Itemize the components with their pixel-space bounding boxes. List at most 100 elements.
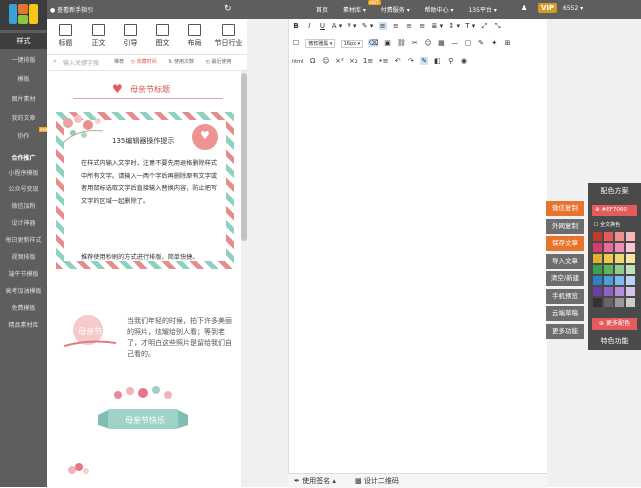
sidebar-item-monetize[interactable]: 公众号变现	[0, 184, 47, 193]
italic-button[interactable]: I	[305, 22, 313, 30]
sort-recent[interactable]: ◴ 最近使用	[206, 59, 237, 65]
color-swatch[interactable]	[593, 232, 602, 241]
color-swatch[interactable]	[626, 243, 635, 252]
more-options-icon[interactable]: ⊞	[504, 39, 512, 47]
color-swatch[interactable]	[604, 243, 613, 252]
editor-canvas[interactable]	[288, 19, 549, 487]
sidebar-item-miniapp[interactable]: 小程序模板	[0, 168, 47, 177]
ordered-list-button[interactable]: 1≡	[363, 57, 373, 65]
color-swatch[interactable]	[593, 276, 602, 285]
color-swatch[interactable]	[593, 254, 602, 263]
color-swatch[interactable]	[593, 298, 602, 307]
tab-festival[interactable]: 节日行业	[210, 21, 247, 48]
format-brush-button[interactable]: ✎ ▾	[362, 22, 374, 30]
wechat-copy-button[interactable]: 微信复制	[546, 201, 584, 216]
select-all-icon[interactable]: ◧	[433, 57, 441, 65]
sidebar-item-collab[interactable]: 协作	[0, 131, 47, 140]
sidebar-item-fans[interactable]: 微信加粉	[0, 201, 47, 210]
color-swatch[interactable]	[626, 298, 635, 307]
unordered-list-button[interactable]: •≡	[378, 57, 388, 65]
color-swatch[interactable]	[604, 298, 613, 307]
unlink-icon[interactable]: ✂	[411, 39, 419, 47]
tab-title[interactable]: 标题	[49, 21, 82, 48]
search-input[interactable]: 输入关键字搜	[63, 58, 99, 67]
sidebar-item-library[interactable]: 精品素材库	[0, 320, 47, 329]
font-color-button[interactable]: A ▾	[332, 22, 343, 30]
collapse-icon[interactable]: ⤡	[494, 22, 502, 31]
special-char-button[interactable]: Ω	[309, 57, 317, 65]
menu-platform[interactable]: 135平台 ▾	[468, 5, 496, 14]
festival-banner[interactable]: 母亲节快乐	[98, 385, 188, 437]
justify-button[interactable]: ≡	[418, 22, 426, 30]
clear-new-button[interactable]: 清空/新建	[546, 271, 584, 286]
tab-guide[interactable]: 引导	[114, 21, 147, 48]
qrcode-button[interactable]: ▩ 设计二维码	[355, 476, 399, 486]
signature-button[interactable]: ✒ 使用签名 ▴	[294, 476, 336, 486]
color-swatch[interactable]	[615, 276, 624, 285]
cloud-draft-button[interactable]: 云端草稿	[546, 306, 584, 321]
emotion-icon[interactable]: ☺	[424, 39, 432, 47]
more-colors-button[interactable]: ⊕ 更多配色	[592, 318, 637, 330]
find-replace-icon[interactable]: ⚲	[447, 57, 455, 65]
color-swatch[interactable]	[604, 254, 613, 263]
sidebar-item-articles[interactable]: 我的文章	[0, 113, 47, 122]
tab-layout[interactable]: 布局	[178, 21, 211, 48]
import-article-button[interactable]: 导入文章	[546, 254, 584, 269]
undo-button[interactable]: ↶	[394, 57, 402, 65]
color-swatch[interactable]	[626, 287, 635, 296]
menu-paid[interactable]: 付费服务 ▾	[381, 5, 410, 14]
tab-body[interactable]: 正文	[82, 21, 115, 48]
font-size-select[interactable]: 16px ▾	[340, 40, 364, 48]
superscript-button[interactable]: ×²	[335, 57, 344, 65]
sidebar-item-daily[interactable]: 每日更新样式	[0, 235, 47, 244]
color-swatch[interactable]	[615, 298, 624, 307]
cursor-icon[interactable]: ✎	[420, 57, 429, 65]
sidebar-item-exam[interactable]: 高考加油模板	[0, 286, 47, 295]
color-swatch[interactable]	[593, 265, 602, 274]
image-insert-icon[interactable]: ▣	[384, 39, 392, 47]
color-swatch[interactable]	[615, 243, 624, 252]
color-swatch[interactable]	[604, 287, 613, 296]
color-swatch[interactable]	[604, 265, 613, 274]
menu-materials[interactable]: 素材库 ▾	[343, 5, 366, 14]
menu-home[interactable]: 首页	[316, 5, 328, 14]
indent-button[interactable]: ≣ ▾	[432, 22, 444, 30]
logo[interactable]	[0, 0, 47, 30]
color-swatch[interactable]	[604, 232, 613, 241]
menu-help[interactable]: 帮助中心 ▾	[425, 5, 454, 14]
clear-format-icon[interactable]: ⌫	[368, 39, 379, 47]
color-swatch[interactable]	[626, 265, 635, 274]
font-size-button[interactable]: T ▾	[465, 22, 475, 30]
more-functions-button[interactable]: 更多功能	[546, 324, 584, 339]
html-source-button[interactable]: html	[292, 59, 303, 65]
global-color-checkbox[interactable]: ☐ 全文换色	[594, 221, 620, 228]
sidebar-item-video[interactable]: 视频排版	[0, 252, 47, 261]
sort-usage[interactable]: ⇅ 使用次数	[168, 59, 199, 65]
save-article-button[interactable]: 保存文章	[546, 236, 584, 251]
sidebar-item-images[interactable]: 图片素材	[0, 94, 47, 103]
horizontal-rule-icon[interactable]: —	[451, 39, 459, 47]
external-copy-button[interactable]: 外网复制	[546, 219, 584, 234]
frame-icon[interactable]: ▢	[464, 39, 472, 47]
emoji-button[interactable]: ☺	[322, 57, 330, 65]
bell-icon[interactable]: ♟	[521, 4, 527, 12]
sidebar-item-template[interactable]: 模板	[0, 74, 47, 83]
color-swatch[interactable]	[626, 276, 635, 285]
tab-imagetext[interactable]: 图文	[146, 21, 179, 48]
sidebar-item-style[interactable]: 样式	[0, 33, 47, 49]
line-height-button[interactable]: ↕ ▾	[448, 22, 460, 30]
sidebar-item-free[interactable]: 免费模板	[0, 303, 47, 312]
align-center-button[interactable]: ≡	[392, 22, 400, 30]
redo-button[interactable]: ↷	[407, 57, 415, 65]
align-left-button[interactable]: ≡	[378, 22, 387, 30]
special-functions-button[interactable]: 特色功能	[592, 336, 637, 346]
color-swatch[interactable]	[593, 243, 602, 252]
color-swatch[interactable]	[615, 287, 624, 296]
color-swatch[interactable]	[615, 254, 624, 263]
subscript-button[interactable]: ×₂	[349, 57, 358, 65]
guide-link[interactable]: ● 查看新手指引	[50, 5, 93, 14]
bold-button[interactable]: B	[292, 22, 300, 30]
link-icon[interactable]: ⛓	[397, 39, 406, 47]
color-input[interactable]: ⊕ #EF7060	[592, 205, 637, 216]
erase-icon[interactable]: ✦	[490, 39, 498, 47]
